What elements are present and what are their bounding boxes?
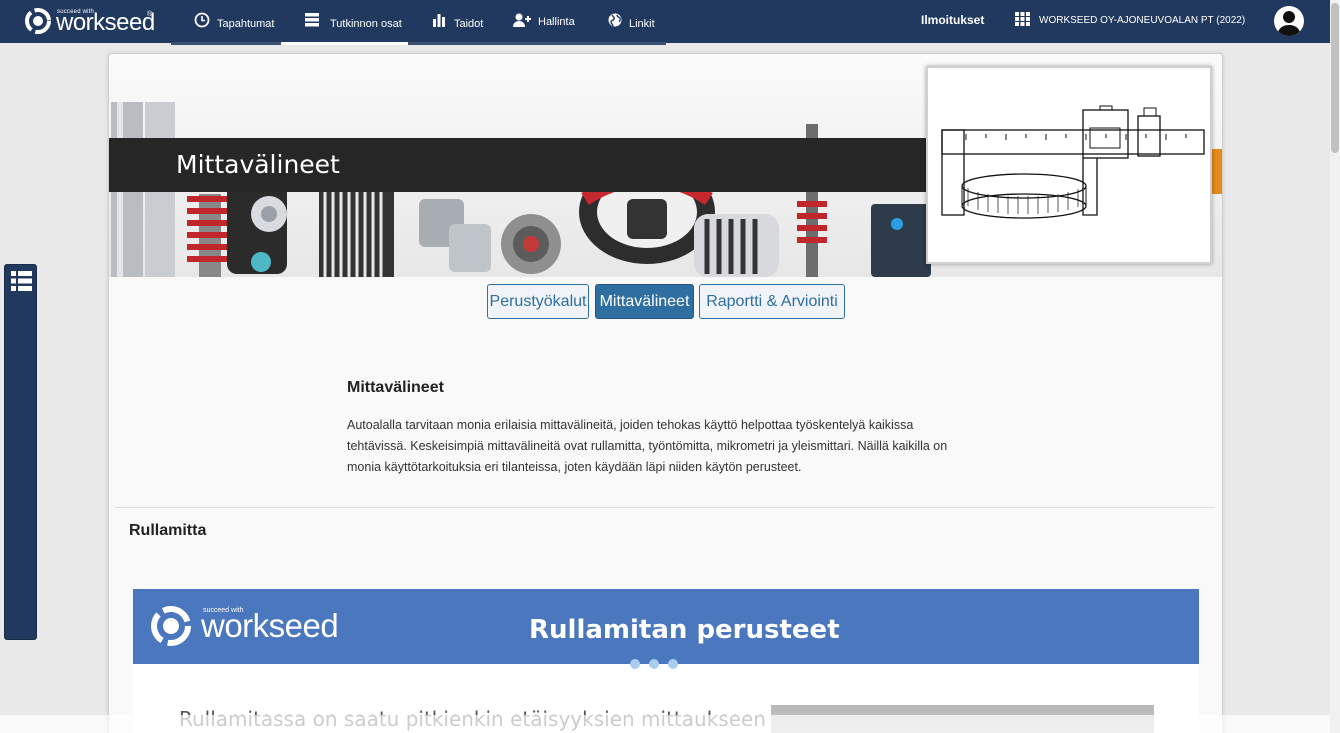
subsection-heading: Rullamitta [129, 522, 207, 539]
nav-item-hallinta[interactable]: Hallinta [498, 0, 584, 45]
section-divider [115, 507, 1215, 508]
workseed-logo-mark-icon [151, 606, 191, 646]
bottom-fade-overlay [0, 715, 1330, 733]
top-navbar: succeed with workseed ® Tapahtumat Tutki… [0, 0, 1330, 45]
slide-dot[interactable] [649, 659, 659, 669]
nav-underline [171, 42, 281, 45]
presentation-header: succeed with workseed Rullamitan peruste… [133, 589, 1199, 664]
grid-icon[interactable] [1015, 12, 1030, 26]
clock-icon [194, 12, 210, 28]
hero-banner: Mittavälineet [109, 54, 1222, 277]
slide-dot[interactable] [668, 659, 678, 669]
nav-item-tapahtumat[interactable]: Tapahtumat [171, 0, 281, 45]
nav-item-tutkinnon-osat[interactable]: Tutkinnon osat [281, 0, 408, 45]
server-icon [305, 13, 319, 27]
presentation-logo-text: workseed [201, 607, 339, 644]
side-panel-toggle[interactable] [4, 264, 37, 640]
bar-chart-icon [433, 14, 445, 27]
user-add-icon [513, 13, 531, 27]
nav-underline [584, 42, 666, 45]
nav-label-tutkinnon-osat: Tutkinnon osat [330, 18, 402, 30]
nav-item-linkit[interactable]: Linkit [584, 0, 666, 45]
scrollbar-thumb[interactable] [1331, 3, 1339, 153]
embedded-presentation[interactable]: succeed with workseed Rullamitan peruste… [133, 589, 1199, 733]
nav-underline [498, 42, 584, 45]
nav-label-linkit: Linkit [629, 18, 655, 30]
nav-label-taidot: Taidot [454, 18, 484, 30]
globe-icon [608, 13, 622, 27]
slide-dot[interactable] [630, 659, 640, 669]
section-heading: Mittavälineet [347, 379, 444, 396]
list-icon[interactable] [11, 271, 32, 291]
nav-label-hallinta: Hallinta [538, 16, 575, 28]
vernier-caliper-illustration [941, 105, 1205, 219]
logo-text: workseed [56, 9, 155, 36]
nav-item-taidot[interactable]: Taidot [408, 0, 498, 45]
notifications-link[interactable]: Ilmoitukset [921, 13, 984, 27]
nav-underline [408, 42, 498, 45]
nav-label-tapahtumat: Tapahtumat [217, 18, 275, 30]
logo-registered-mark: ® [147, 11, 153, 18]
user-avatar[interactable] [1274, 6, 1304, 36]
presentation-title: Rullamitan perusteet [529, 615, 840, 645]
content-card: Mittavälineet Perustyökalut Mittavälinee… [108, 53, 1223, 733]
caliper-image [926, 66, 1212, 264]
tab-mittavalineet[interactable]: Mittavälineet [595, 284, 694, 319]
nav-active-underline [281, 42, 408, 45]
workseed-logo-mark-icon [25, 8, 51, 34]
banner-title: Mittavälineet [176, 150, 340, 179]
tab-raportti-arviointi[interactable]: Raportti & Arviointi [699, 284, 845, 319]
workseed-logo[interactable]: succeed with workseed ® [24, 7, 155, 37]
user-silhouette-icon [1277, 11, 1301, 36]
section-body-text: Autoalalla tarvitaan monia erilaisia mit… [347, 418, 948, 474]
tab-perustyokalut[interactable]: Perustyökalut [487, 284, 589, 319]
organization-selector[interactable]: WORKSEED OY-AJONEUVOALAN PT (2022) [1039, 15, 1245, 26]
